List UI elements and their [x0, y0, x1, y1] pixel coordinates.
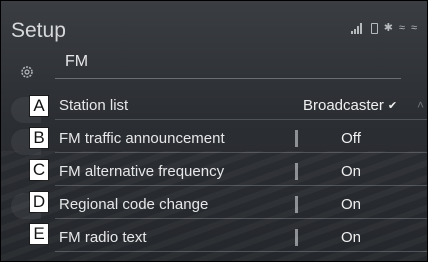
- callout-label: A: [29, 95, 49, 117]
- bluetooth-icon: ✱: [383, 22, 393, 34]
- sub-header: FM: [55, 46, 401, 79]
- callout-label: E: [29, 223, 49, 245]
- row-label: FM alternative frequency: [59, 163, 225, 180]
- page-title: Setup: [11, 19, 66, 42]
- battery-icon: [370, 23, 378, 34]
- toggle-value[interactable]: On: [301, 163, 401, 180]
- row-label: FM traffic announcement: [59, 130, 225, 147]
- toggle-value[interactable]: On: [301, 196, 401, 213]
- chevron-down-icon: ✔: [387, 100, 398, 112]
- toggle-indicator: [295, 196, 298, 213]
- settings-row-fm-radio-text[interactable]: FM radio text On: [55, 226, 427, 252]
- row-label: Station list: [59, 97, 129, 114]
- settings-row-fm-traffic[interactable]: FM traffic announcement Off: [55, 127, 427, 153]
- toggle-value[interactable]: Off: [301, 130, 401, 147]
- scroll-up-icon[interactable]: ˄: [417, 98, 424, 112]
- settings-row-fm-alt-frequency[interactable]: FM alternative frequency On: [55, 160, 427, 186]
- station-list-dropdown[interactable]: Broadcaster ✔: [303, 97, 397, 114]
- toggle-indicator: [295, 229, 298, 246]
- status-bar: ✱ ≈ ≈: [350, 22, 417, 34]
- settings-list: Station list Broadcaster ✔ ˄ FM traffic a…: [55, 94, 427, 259]
- settings-row-regional-code[interactable]: Regional code change On: [55, 193, 427, 219]
- toggle-value[interactable]: On: [301, 229, 401, 246]
- toggle-indicator: [295, 163, 298, 180]
- setup-screen: Setup ✱ ≈ ≈ FM Station list Broadcaster ✔…: [0, 0, 428, 262]
- callout-label: B: [29, 127, 49, 149]
- row-label: Regional code change: [59, 196, 209, 213]
- sub-header-label: FM: [65, 53, 89, 70]
- callout-label: C: [29, 159, 49, 181]
- signal-icon: [350, 23, 365, 34]
- settings-row-station-list[interactable]: Station list Broadcaster ✔ ˄: [55, 94, 427, 120]
- gear-icon[interactable]: [20, 65, 34, 79]
- callout-label: D: [29, 191, 49, 213]
- wifi-icon: ≈: [410, 22, 417, 34]
- toggle-indicator: [295, 130, 298, 147]
- row-label: FM radio text: [59, 229, 147, 246]
- wifi-icon: ≈: [398, 22, 405, 34]
